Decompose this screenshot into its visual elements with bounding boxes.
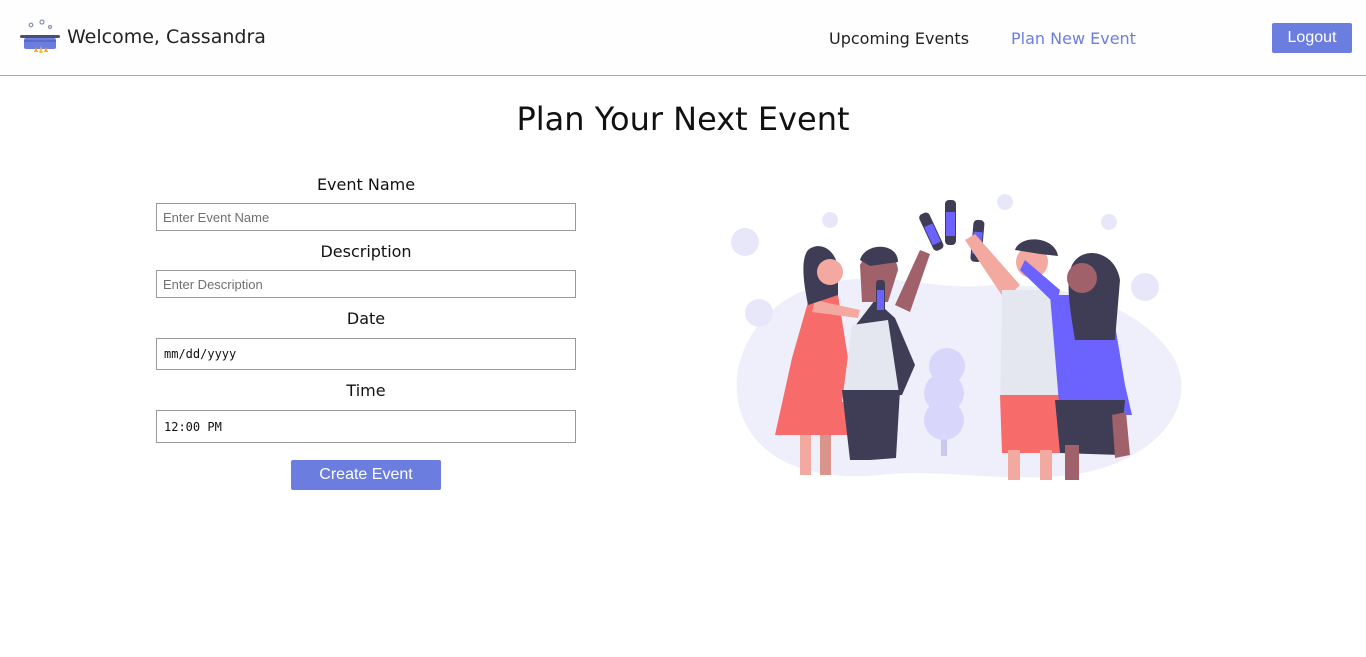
nav-link-upcoming-events[interactable]: Upcoming Events [829, 29, 969, 48]
nav-link-plan-new-event[interactable]: Plan New Event [1011, 29, 1136, 48]
description-input[interactable] [156, 270, 576, 298]
description-label: Description [320, 242, 412, 261]
logout-button[interactable]: Logout [1272, 23, 1352, 53]
time-input[interactable]: 12:00 PM [156, 410, 576, 443]
date-label: Date [346, 309, 386, 328]
party-celebration-illustration [731, 194, 1182, 480]
create-event-button[interactable]: Create Event [291, 460, 441, 490]
event-name-input[interactable] [156, 203, 576, 231]
welcome-text: Welcome, Cassandra [67, 26, 266, 48]
navbar: Welcome, Cassandra Upcoming Events Plan … [0, 0, 1366, 76]
time-label: Time [346, 381, 386, 400]
cooking-pot-icon[interactable] [20, 19, 60, 55]
date-input-value: mm/dd/yyyy [164, 347, 237, 361]
time-input-value: 12:00 PM [164, 419, 222, 434]
event-name-label: Event Name [316, 175, 416, 194]
date-input[interactable]: mm/dd/yyyy [156, 338, 576, 370]
page-title: Plan Your Next Event [516, 100, 850, 138]
